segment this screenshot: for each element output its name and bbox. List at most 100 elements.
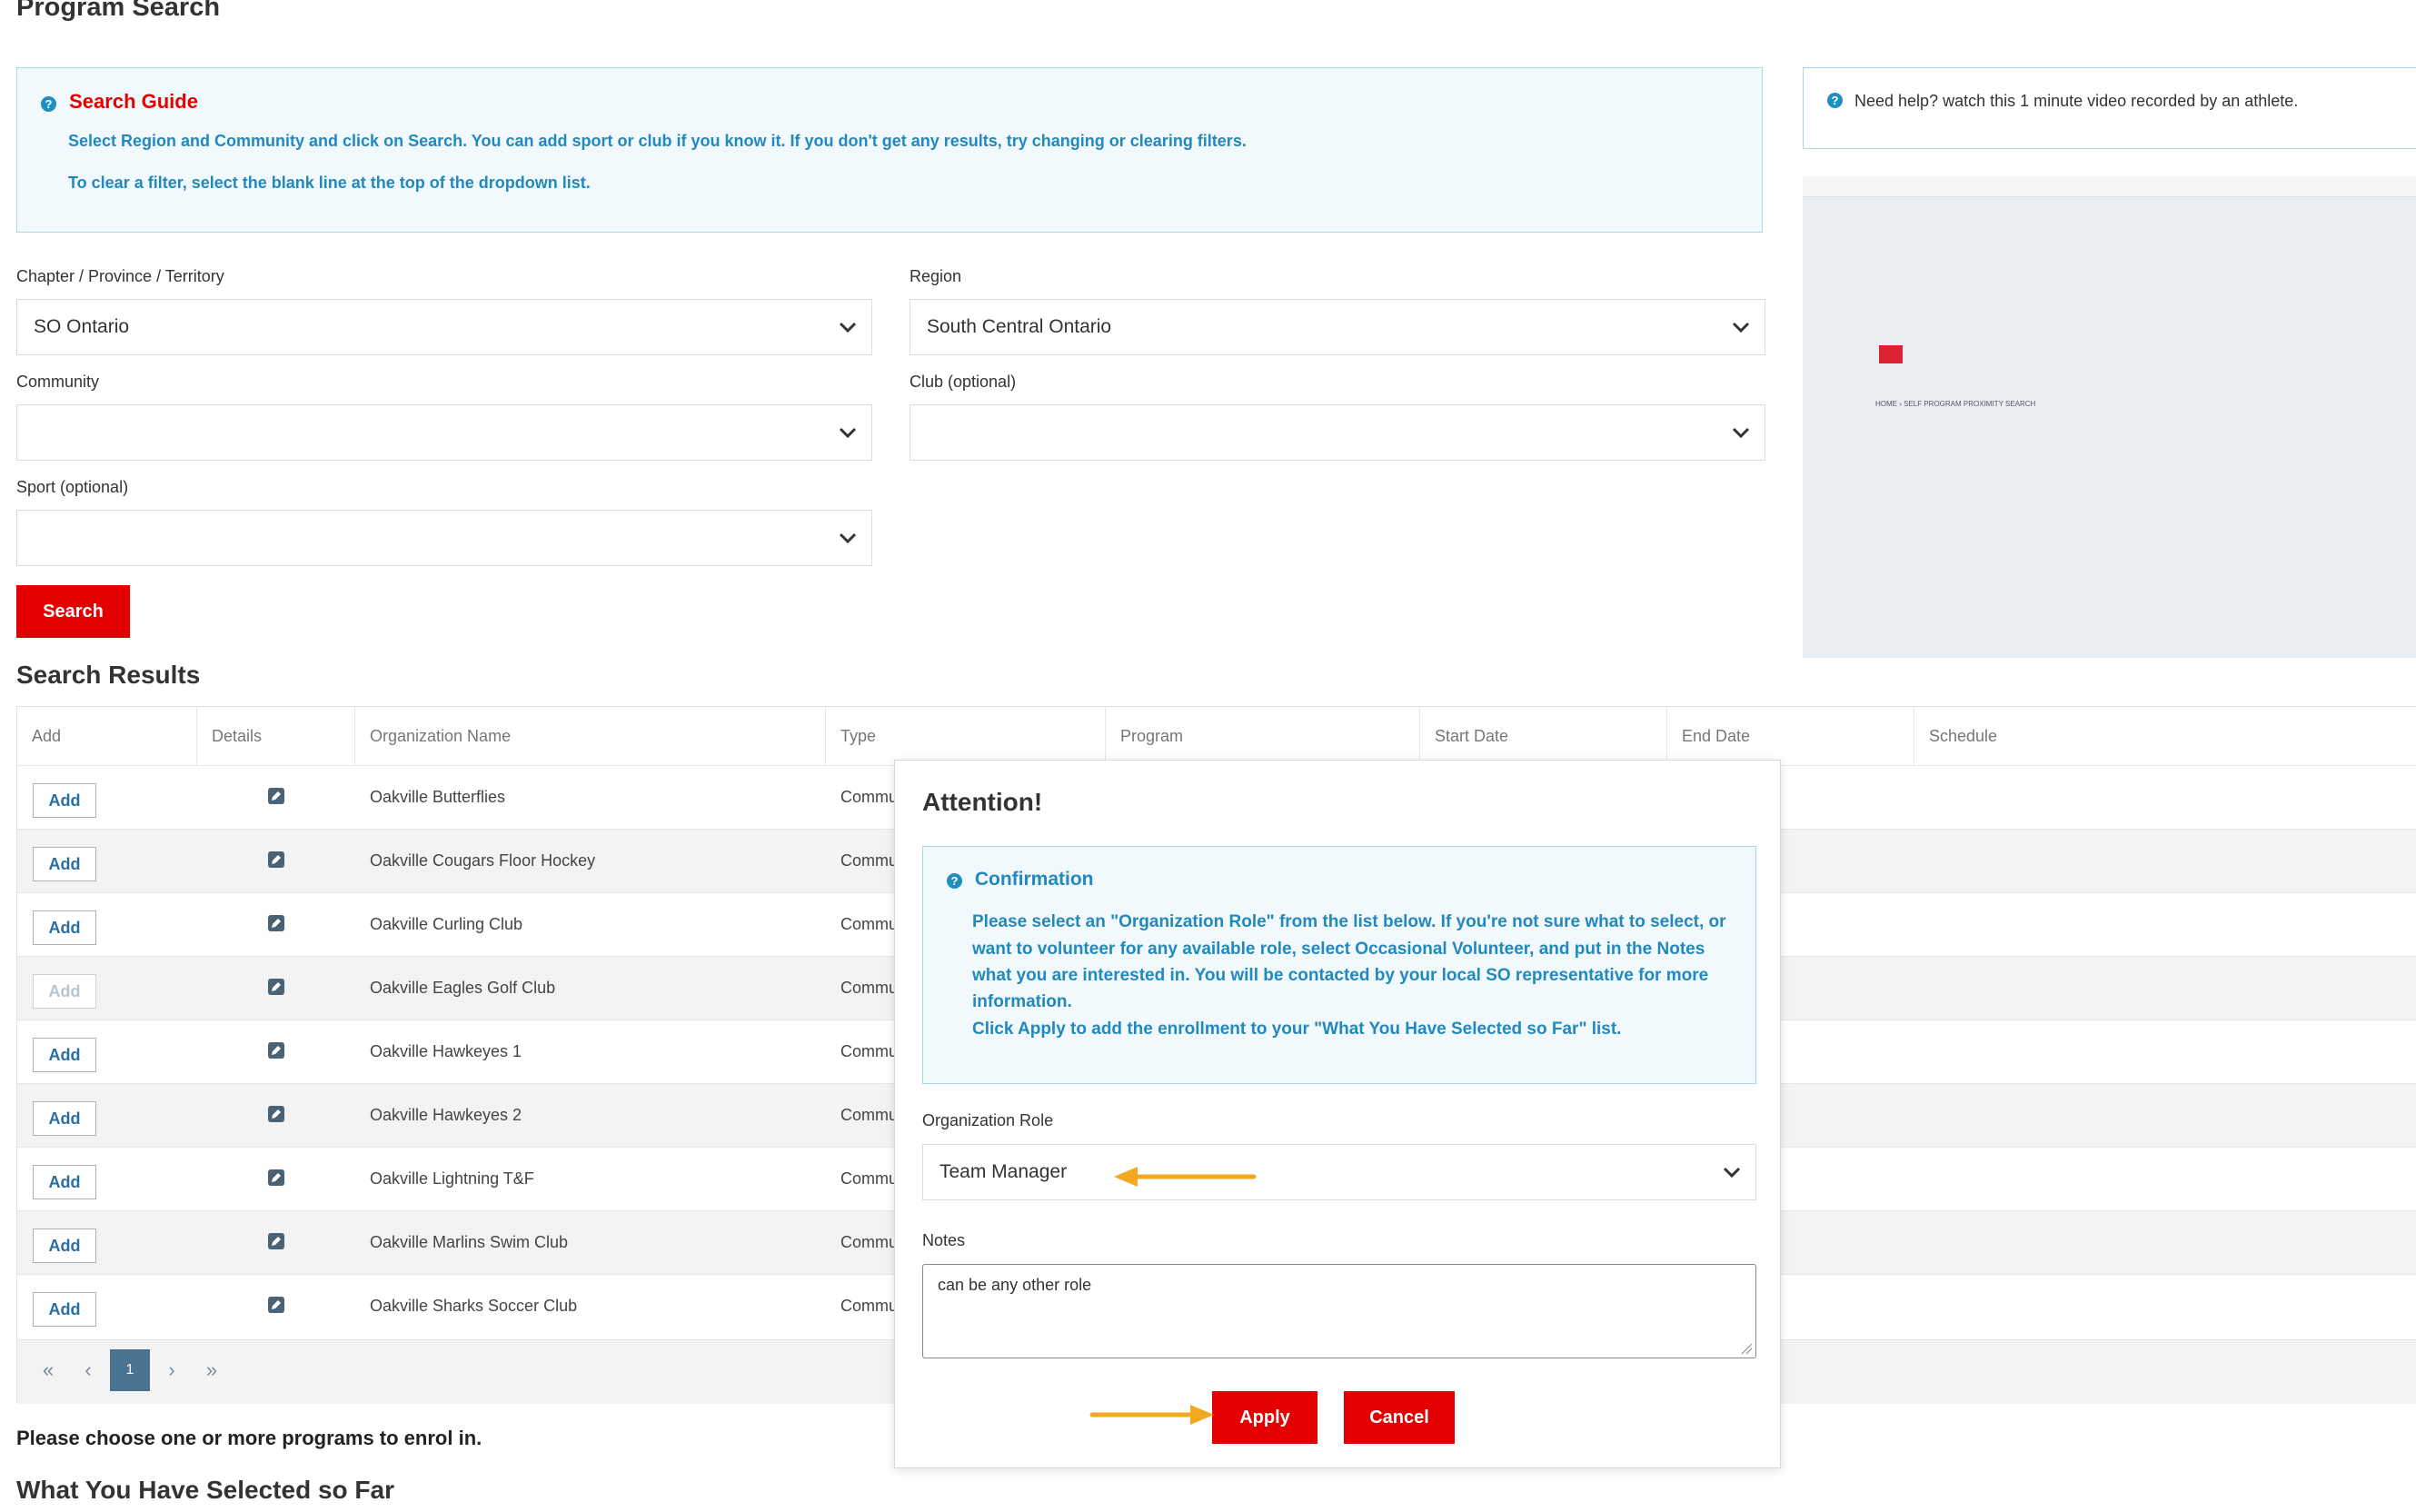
organization-name: Oakville Lightning T&F <box>370 1169 534 1188</box>
add-button[interactable]: Add <box>33 1292 96 1327</box>
edit-details-icon[interactable] <box>267 1041 285 1059</box>
column-header-program[interactable]: Program <box>1106 707 1420 765</box>
organization-role-value: Team Manager <box>940 1161 1068 1182</box>
first-page-button[interactable]: « <box>28 1349 68 1391</box>
edit-details-icon[interactable] <box>267 1296 285 1314</box>
column-header-type[interactable]: Type <box>826 707 1106 765</box>
chevron-down-icon <box>839 427 857 439</box>
club-select[interactable] <box>910 404 1765 461</box>
edit-details-icon[interactable] <box>267 914 285 932</box>
next-page-button[interactable]: › <box>152 1349 192 1391</box>
confirmation-text-4: information. <box>972 992 1072 1011</box>
edit-details-icon[interactable] <box>267 850 285 869</box>
column-header-schedule[interactable]: Schedule <box>1914 707 2416 765</box>
column-header-start-date[interactable]: Start Date <box>1420 707 1667 765</box>
chapter-select[interactable]: SO Ontario <box>16 299 872 355</box>
video-breadcrumb: HOME › SELF PROGRAM PROXIMITY SEARCH <box>1875 400 2036 408</box>
edit-details-icon[interactable] <box>267 787 285 805</box>
choose-programs-text: Please choose one or more programs to en… <box>16 1427 482 1449</box>
help-video-panel: ? Need help? watch this 1 minute video r… <box>1803 67 2416 149</box>
help-text: Need help? watch this 1 minute video rec… <box>1854 92 2299 110</box>
chapter-label: Chapter / Province / Territory <box>16 267 224 285</box>
add-button[interactable]: Add <box>33 1101 96 1136</box>
edit-details-icon[interactable] <box>267 978 285 996</box>
confirmation-title-text: Confirmation <box>974 869 1094 890</box>
add-button[interactable]: Add <box>33 1228 96 1263</box>
organization-name: Oakville Curling Club <box>370 915 523 933</box>
confirmation-text-1: Please select an "Organization Role" fro… <box>972 912 1726 931</box>
search-guide-title-text: Search Guide <box>69 90 198 113</box>
type-cell: Commu <box>840 1233 899 1251</box>
question-icon: ? <box>41 96 56 112</box>
region-select-value: South Central Ontario <box>927 316 1112 337</box>
notes-value: can be any other role <box>938 1276 1092 1294</box>
resize-handle-icon[interactable] <box>1738 1340 1753 1355</box>
organization-name: Oakville Butterflies <box>370 788 506 806</box>
notes-label: Notes <box>922 1231 966 1249</box>
selected-heading: What You Have Selected so Far <box>16 1476 394 1504</box>
edit-details-icon[interactable] <box>267 1232 285 1250</box>
search-guide-text-1: Select Region and Community and click on… <box>68 132 1247 150</box>
search-guide-panel: ? Search Guide Select Region and Communi… <box>16 67 1763 233</box>
prev-page-button[interactable]: ‹ <box>68 1349 108 1391</box>
add-button[interactable]: Add <box>33 1038 96 1072</box>
type-cell: Commu <box>840 979 899 997</box>
organization-name: Oakville Sharks Soccer Club <box>370 1297 578 1315</box>
sport-label: Sport (optional) <box>16 478 129 496</box>
add-button[interactable]: Add <box>33 847 96 881</box>
type-cell: Commu <box>840 1042 899 1060</box>
apply-button[interactable]: Apply <box>1212 1391 1317 1444</box>
confirmation-text-3: what you are interested in. You will be … <box>972 966 1709 985</box>
page-1-button[interactable]: 1 <box>110 1349 150 1391</box>
add-button[interactable]: Add <box>33 783 96 818</box>
edit-details-icon[interactable] <box>267 1105 285 1123</box>
results-heading: Search Results <box>16 661 201 689</box>
organization-name: Oakville Hawkeyes 1 <box>370 1042 522 1060</box>
organization-role-label: Organization Role <box>922 1111 1054 1129</box>
search-button[interactable]: Search <box>16 585 130 638</box>
type-cell: Commu <box>840 1169 899 1188</box>
video-logo-mark <box>1879 345 1903 363</box>
type-cell: Commu <box>840 851 899 870</box>
page-title: Program Search <box>16 0 221 22</box>
chapter-select-value: SO Ontario <box>34 316 130 337</box>
type-cell: Commu <box>840 788 899 806</box>
attention-modal: Attention! ? Confirmation Please select … <box>894 760 1781 1468</box>
annotation-arrow-icon <box>1114 1167 1257 1187</box>
type-cell: Commu <box>840 1106 899 1124</box>
community-select[interactable] <box>16 404 872 461</box>
question-icon: ? <box>1827 93 1843 108</box>
organization-name: Oakville Marlins Swim Club <box>370 1233 569 1251</box>
add-button[interactable]: Add <box>33 1165 96 1199</box>
help-video-player[interactable]: HOME › SELF PROGRAM PROXIMITY SEARCH <box>1803 176 2416 658</box>
search-guide-title: ? Search Guide <box>41 90 198 114</box>
column-header-organization[interactable]: Organization Name <box>355 707 826 765</box>
chevron-down-icon <box>839 532 857 544</box>
chevron-down-icon <box>1732 322 1750 333</box>
question-icon: ? <box>947 873 962 889</box>
annotation-arrow-icon <box>1089 1405 1214 1425</box>
column-header-end-date[interactable]: End Date <box>1667 707 1914 765</box>
organization-name: Oakville Hawkeyes 2 <box>370 1106 522 1124</box>
confirmation-text-5: Click Apply to add the enrollment to you… <box>972 1020 1622 1039</box>
confirmation-panel: ? Confirmation Please select an "Organiz… <box>922 846 1756 1084</box>
type-cell: Commu <box>840 915 899 933</box>
notes-textarea[interactable]: can be any other role <box>922 1264 1756 1358</box>
edit-details-icon[interactable] <box>267 1169 285 1187</box>
last-page-button[interactable]: » <box>192 1349 232 1391</box>
sport-select[interactable] <box>16 510 872 566</box>
column-header-details[interactable]: Details <box>197 707 355 765</box>
column-header-add[interactable]: Add <box>17 707 197 765</box>
confirmation-text-2: want to volunteer for any available role… <box>972 940 1705 959</box>
region-select[interactable]: South Central Ontario <box>910 299 1765 355</box>
search-guide-text-2: To clear a filter, select the blank line… <box>68 174 591 192</box>
chevron-down-icon <box>839 322 857 333</box>
type-cell: Commu <box>840 1297 899 1315</box>
region-label: Region <box>910 267 962 285</box>
add-button[interactable]: Add <box>33 910 96 945</box>
modal-title: Attention! <box>922 788 1043 816</box>
cancel-button[interactable]: Cancel <box>1344 1391 1455 1444</box>
organization-role-select[interactable]: Team Manager <box>922 1144 1756 1200</box>
confirmation-title: ? Confirmation <box>947 869 1094 890</box>
add-button-disabled[interactable]: Add <box>33 974 96 1009</box>
